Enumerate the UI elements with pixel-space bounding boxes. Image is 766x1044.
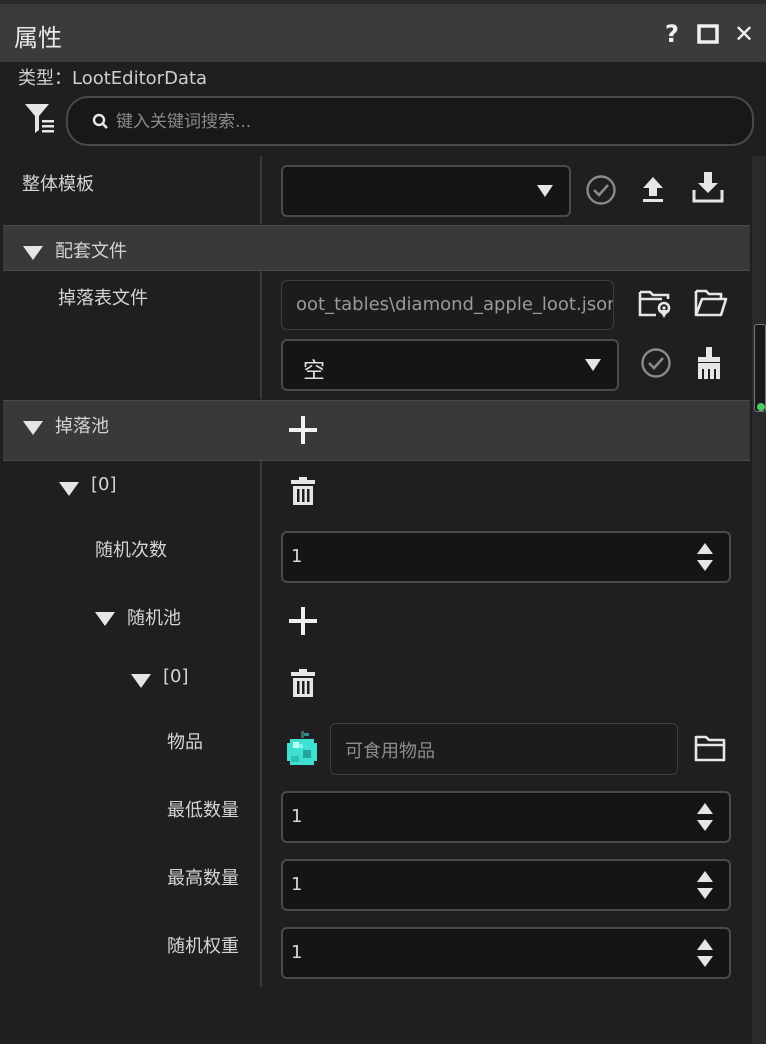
chevron-down-icon <box>537 185 553 197</box>
item-label: 物品 <box>167 732 203 753</box>
title-bar: 属性 ? ✕ <box>0 0 766 62</box>
collapse-triangle-icon[interactable] <box>95 612 115 626</box>
broom-icon[interactable] <box>695 346 723 380</box>
collapse-triangle-icon[interactable] <box>59 482 79 496</box>
loot-table-path-field[interactable]: oot_tables\diamond_apple_loot.json <box>281 280 614 330</box>
folder-icon[interactable] <box>694 734 726 762</box>
help-button[interactable]: ? <box>658 18 686 50</box>
max-count-input[interactable]: 1 <box>281 859 731 911</box>
min-count-label: 最低数量 <box>167 800 239 821</box>
column-divider <box>260 461 262 987</box>
filter-icon <box>25 104 54 133</box>
section-header-companion-files[interactable]: 配套文件 <box>3 225 750 271</box>
column-divider <box>260 156 262 224</box>
plus-icon[interactable] <box>288 606 318 636</box>
check-circle-icon[interactable] <box>585 174 617 206</box>
section-header-loot-pools[interactable]: 掉落池 <box>3 400 750 461</box>
search-box[interactable] <box>66 96 754 146</box>
decrement-icon[interactable] <box>697 820 713 831</box>
random-rolls-label: 随机次数 <box>95 540 167 561</box>
collapse-triangle-icon[interactable] <box>23 421 43 435</box>
item-field[interactable]: 可食用物品 <box>330 723 678 775</box>
close-button[interactable]: ✕ <box>730 18 758 50</box>
filter-button[interactable] <box>24 102 56 136</box>
window-title: 属性 <box>14 24 62 52</box>
column-divider <box>260 271 262 399</box>
overall-template-label: 整体模板 <box>22 174 94 195</box>
random-weight-label: 随机权重 <box>167 936 239 957</box>
upload-icon[interactable] <box>640 174 666 204</box>
section-title: 掉落池 <box>55 416 109 437</box>
download-icon[interactable] <box>692 170 724 204</box>
random-weight-input[interactable]: 1 <box>281 927 731 979</box>
maximize-icon <box>697 24 719 44</box>
property-grid: 整体模板 配套文件 掉落表文件 oot_tables\diamond_apple… <box>0 156 752 1044</box>
random-pool-label: 随机池 <box>127 608 181 629</box>
section-title: 配套文件 <box>55 241 127 262</box>
search-icon <box>92 113 108 129</box>
scrollbar-thumb[interactable] <box>754 324 766 412</box>
increment-icon[interactable] <box>697 939 713 950</box>
type-label: 类型：LootEditorData <box>18 68 208 89</box>
plus-icon[interactable] <box>288 415 318 445</box>
diamond-apple-icon <box>287 731 317 765</box>
collapse-triangle-icon[interactable] <box>131 674 151 688</box>
random-rolls-input[interactable]: 1 <box>281 531 731 583</box>
trash-icon[interactable] <box>290 668 316 698</box>
search-input[interactable] <box>116 108 716 136</box>
loot-table-dropdown[interactable]: 空 <box>281 339 619 391</box>
scroll-indicator <box>757 403 765 411</box>
decrement-icon[interactable] <box>697 560 713 571</box>
folder-location-icon[interactable] <box>638 286 672 320</box>
pool-index-label: [0] <box>91 474 117 495</box>
increment-icon[interactable] <box>697 803 713 814</box>
overall-template-dropdown[interactable] <box>281 165 571 217</box>
chevron-down-icon <box>585 359 601 371</box>
check-circle-icon[interactable] <box>640 347 672 379</box>
increment-icon[interactable] <box>697 543 713 554</box>
trash-icon[interactable] <box>290 476 316 506</box>
decrement-icon[interactable] <box>697 956 713 967</box>
decrement-icon[interactable] <box>697 888 713 899</box>
folder-open-icon[interactable] <box>694 288 728 318</box>
maximize-button[interactable] <box>694 18 722 50</box>
increment-icon[interactable] <box>697 871 713 882</box>
max-count-label: 最高数量 <box>167 868 239 889</box>
min-count-input[interactable]: 1 <box>281 791 731 843</box>
entry-index-label: [0] <box>163 666 189 687</box>
collapse-triangle-icon[interactable] <box>23 246 43 260</box>
scrollbar-track[interactable] <box>752 156 766 1044</box>
loot-table-file-label: 掉落表文件 <box>58 288 148 309</box>
